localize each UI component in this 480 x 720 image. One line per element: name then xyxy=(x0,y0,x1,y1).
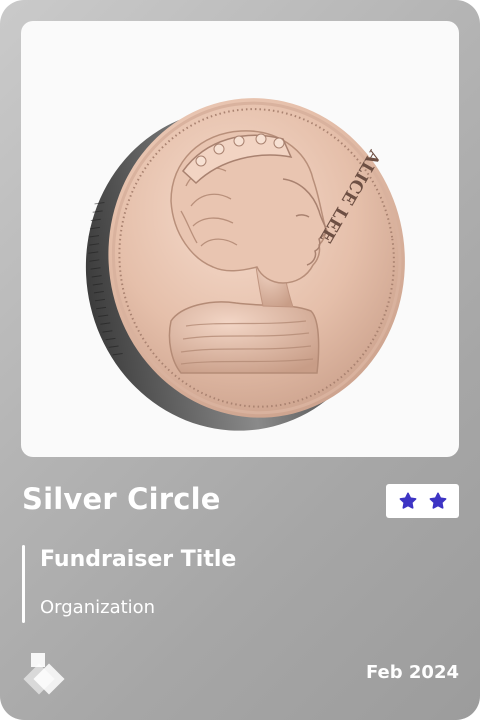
badge-title: Silver Circle xyxy=(22,482,221,516)
star-rating xyxy=(386,484,459,518)
accent-divider xyxy=(22,545,25,623)
coin-image: ALICE LEE xyxy=(21,21,459,457)
star-icon xyxy=(428,491,448,511)
date-label: Feb 2024 xyxy=(365,662,459,683)
star-icon xyxy=(398,491,418,511)
coin-portrait-image: ALICE LEE xyxy=(85,98,405,431)
brand-logo-icon xyxy=(20,650,66,696)
fundraiser-title[interactable]: Fundraiser Title xyxy=(40,547,236,572)
badge-card[interactable]: ALICE LEE Silver Circle Fundraiser Title… xyxy=(0,0,480,720)
organization-name[interactable]: Organization xyxy=(40,597,155,618)
